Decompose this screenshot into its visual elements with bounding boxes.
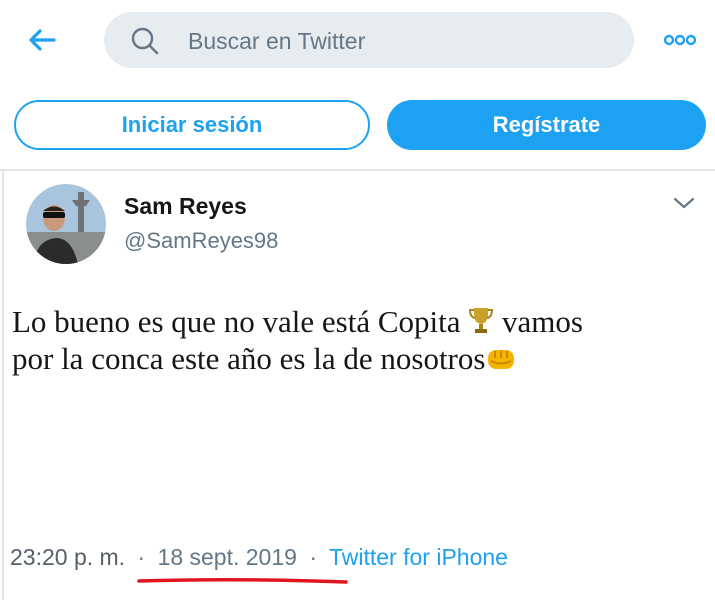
divider — [0, 169, 715, 171]
tweet-text-line: Lo bueno es que no vale está Copita vamo… — [12, 303, 712, 340]
tweet-text-segment: Lo bueno es que no vale está Copita — [12, 304, 461, 339]
avatar-photo — [26, 184, 106, 264]
tweet-text-line: por la conca este año es la de nosotros — [12, 340, 712, 377]
trophy-icon — [469, 308, 494, 333]
tweet-time: 23:20 p. m. — [10, 544, 126, 570]
back-button[interactable] — [22, 22, 62, 58]
red-underline-annotation — [137, 577, 348, 584]
arrow-left-icon — [29, 29, 56, 51]
more-dots-icon — [663, 34, 697, 46]
chevron-down-icon — [673, 197, 695, 209]
login-button[interactable]: Iniciar sesión — [14, 100, 370, 150]
tweet-date[interactable]: 18 sept. 2019 — [158, 544, 297, 570]
author-name[interactable]: Sam Reyes — [124, 193, 247, 220]
tweet-menu-button[interactable] — [670, 193, 698, 213]
search-icon — [131, 27, 159, 55]
tweet-text-segment: por la conca este año es la de nosotros — [12, 341, 486, 376]
tweet-left-border — [2, 171, 4, 600]
more-options-button[interactable] — [660, 28, 700, 52]
search-input[interactable]: Buscar en Twitter — [104, 12, 634, 68]
top-bar: Buscar en Twitter — [0, 0, 715, 82]
avatar[interactable] — [26, 184, 106, 264]
tweet-source[interactable]: Twitter for iPhone — [329, 544, 508, 570]
search-placeholder: Buscar en Twitter — [188, 28, 366, 54]
tweet-text: Lo bueno es que no vale está Copita vamo… — [12, 303, 712, 377]
fist-icon — [488, 350, 515, 369]
author-handle[interactable]: @SamReyes98 — [124, 228, 278, 254]
meta-separator: · — [309, 544, 317, 570]
tweet-text-segment-end: vamos — [502, 304, 583, 339]
signup-button[interactable]: Regístrate — [387, 100, 706, 150]
tweet-meta: 23:20 p. m. · 18 sept. 2019 · Twitter fo… — [10, 544, 508, 571]
meta-separator: · — [137, 544, 146, 570]
